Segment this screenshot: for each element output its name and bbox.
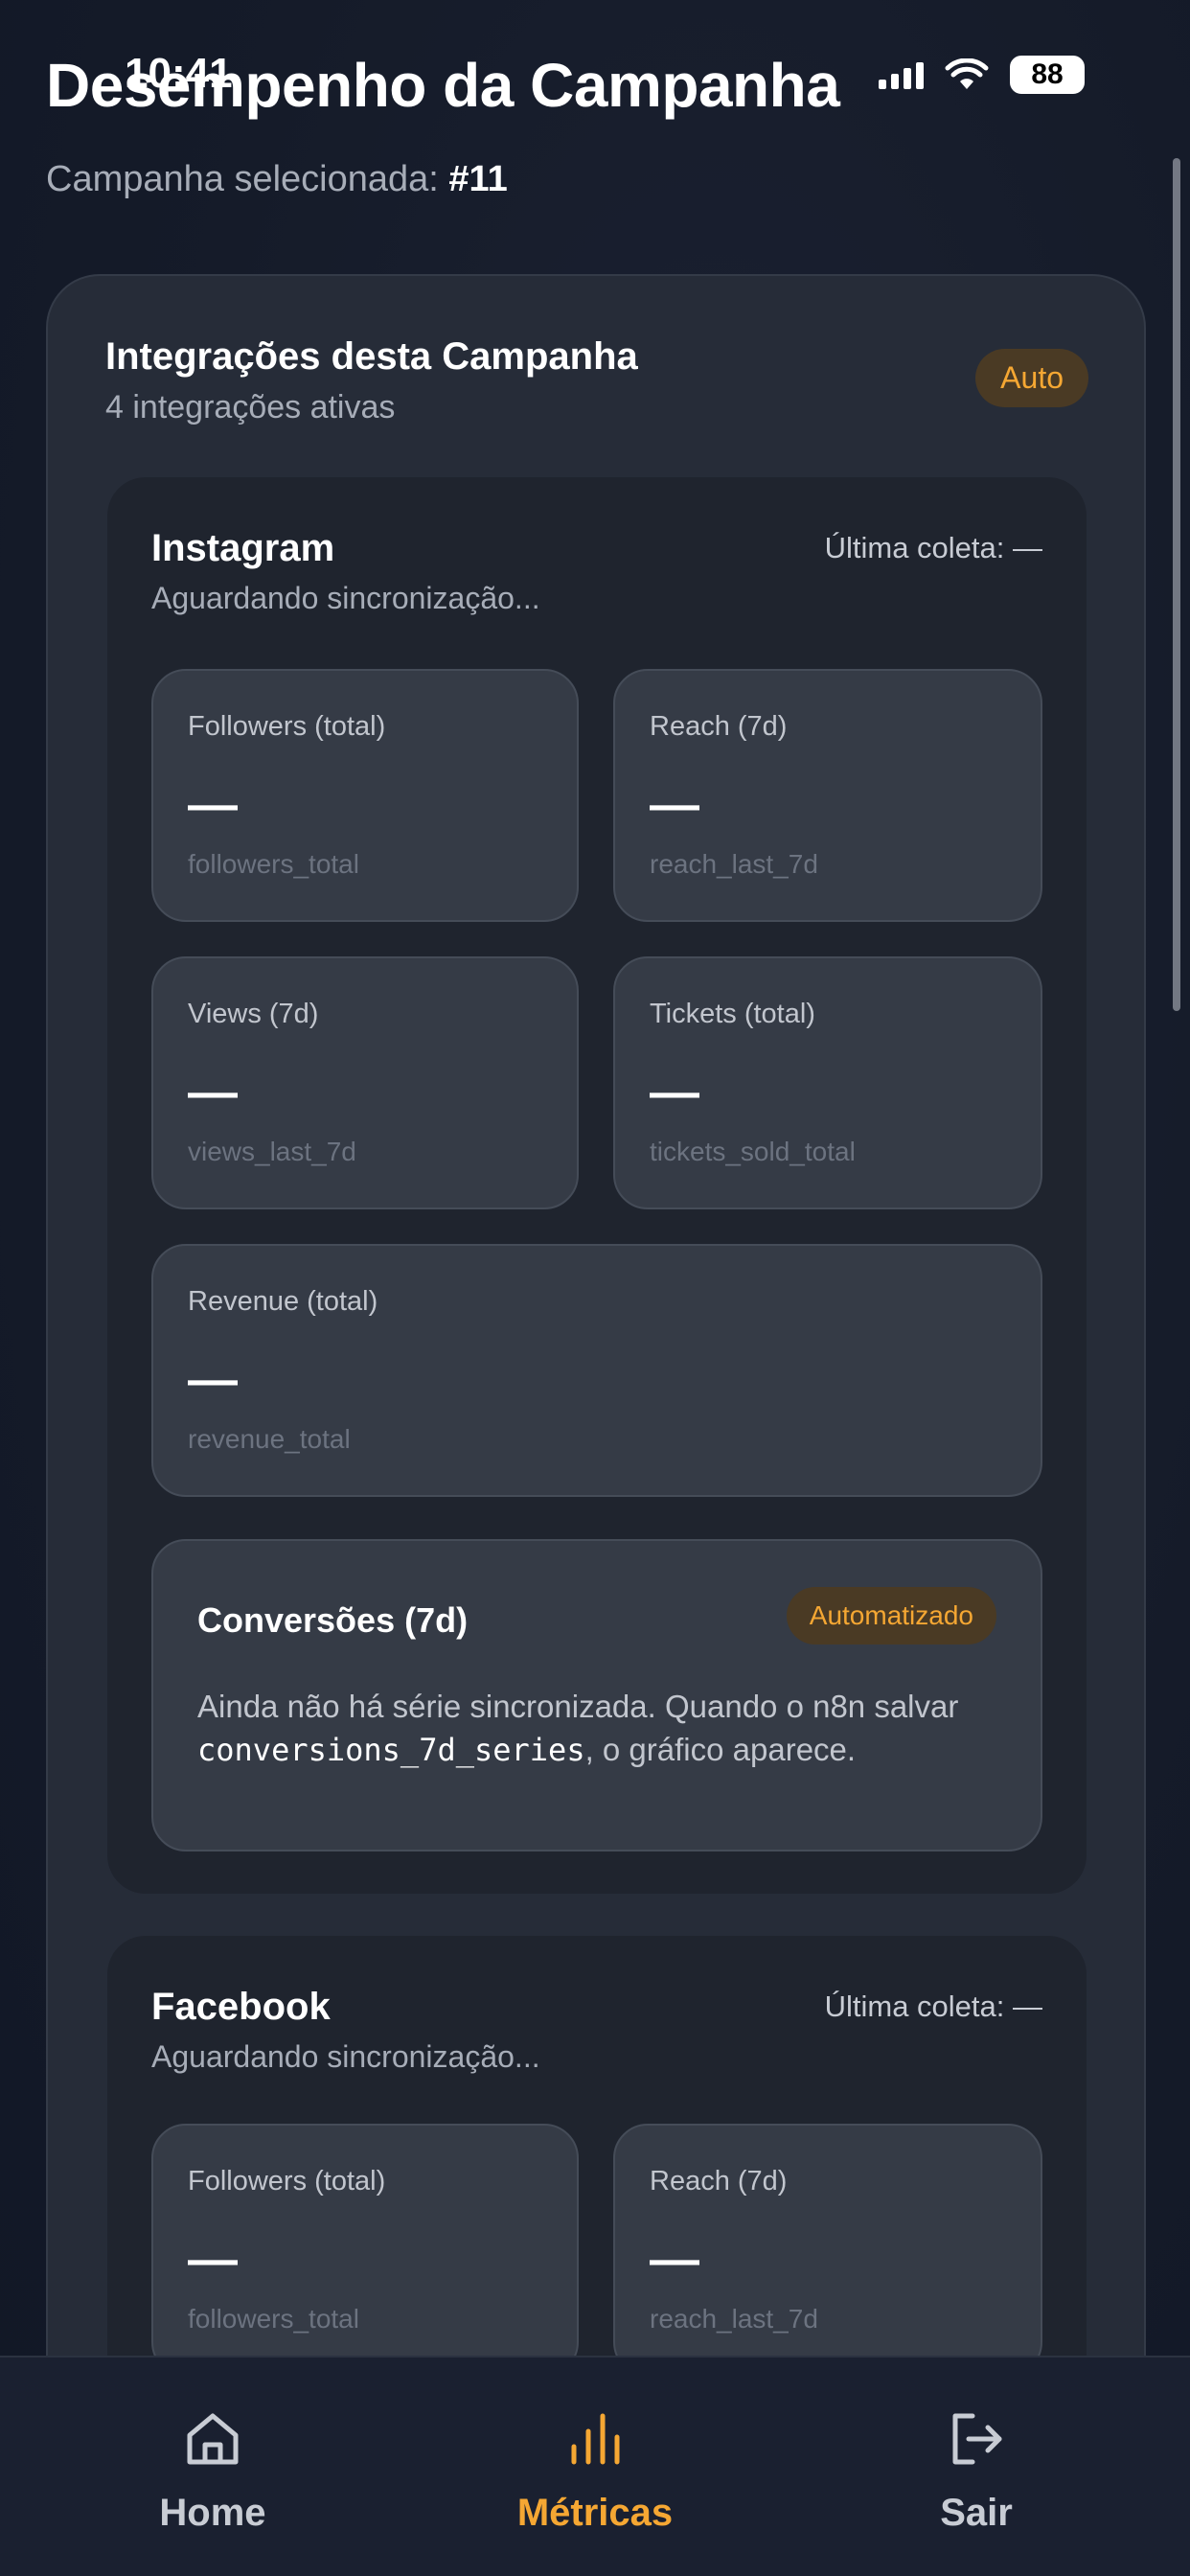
campaign-id: #11 xyxy=(448,159,508,199)
metric-value: — xyxy=(188,1352,238,1408)
screen: Desempenho da Campanha 10:41 88 Campanha… xyxy=(0,0,1190,2576)
metric-key: followers_total xyxy=(188,2304,359,2334)
campaign-subtitle-label: Campanha selecionada: xyxy=(46,159,449,199)
nav-home-label: Home xyxy=(159,2492,266,2534)
metric-card: Reach (7d) — reach_last_7d xyxy=(613,2124,1042,2377)
integration-name: Instagram xyxy=(151,527,335,569)
metric-value: — xyxy=(650,777,699,833)
metric-card: Reach (7d) — reach_last_7d xyxy=(613,669,1042,922)
metric-key: reach_last_7d xyxy=(650,849,818,879)
nav-logout[interactable]: Sair xyxy=(861,2405,1091,2535)
logout-icon xyxy=(861,2405,1091,2472)
integrations-card: Integrações desta Campanha 4 integrações… xyxy=(46,274,1146,2576)
metric-card: Tickets (total) — tickets_sold_total xyxy=(613,956,1042,1209)
nav-metrics-label: Métricas xyxy=(516,2492,674,2534)
metric-label: Tickets (total) xyxy=(650,999,815,1029)
automated-badge: Automatizado xyxy=(786,1587,996,1644)
sync-status: Aguardando sincronização... xyxy=(151,2039,540,2074)
scrollbar[interactable] xyxy=(1173,158,1180,1011)
battery-icon: 88 xyxy=(1010,56,1085,94)
status-icons: 88 xyxy=(879,56,1085,94)
metric-label: Revenue (total) xyxy=(188,1286,378,1317)
last-collect: Última coleta: — xyxy=(824,1990,1042,2023)
conversions-title: Conversões (7d) xyxy=(197,1600,469,1640)
instagram-section: Instagram Última coleta: — Aguardando si… xyxy=(107,477,1087,1894)
metric-key: reach_last_7d xyxy=(650,2304,818,2334)
metric-value: — xyxy=(188,777,238,833)
conversions-card: Conversões (7d) Automatizado Ainda não h… xyxy=(151,1539,1042,1852)
metric-label: Reach (7d) xyxy=(650,2166,788,2196)
status-time: 10:41 xyxy=(125,50,233,97)
metric-key: views_last_7d xyxy=(188,1137,356,1166)
metric-value: — xyxy=(650,1065,699,1120)
metric-key: revenue_total xyxy=(188,1424,351,1454)
message-text: , o gráfico aparece. xyxy=(584,1732,857,1767)
nav-home[interactable]: Home xyxy=(98,2405,328,2535)
metric-value: — xyxy=(188,2232,238,2288)
home-icon xyxy=(98,2405,328,2472)
campaign-subtitle: Campanha selecionada: #11 xyxy=(46,159,508,200)
metric-label: Views (7d) xyxy=(188,999,319,1029)
nav-logout-label: Sair xyxy=(940,2492,1013,2534)
nav-metrics[interactable]: Métricas xyxy=(480,2405,710,2535)
integrations-title: Integrações desta Campanha xyxy=(105,335,638,378)
sync-status: Aguardando sincronização... xyxy=(151,581,540,615)
integrations-count: 4 integrações ativas xyxy=(105,389,396,426)
metric-label: Followers (total) xyxy=(188,2166,386,2196)
metric-card: Revenue (total) — revenue_total xyxy=(151,1244,1042,1497)
metric-label: Followers (total) xyxy=(188,711,386,742)
metric-value: — xyxy=(650,2232,699,2288)
message-text: Ainda não há série sincronizada. Quando … xyxy=(197,1689,959,1724)
bar-chart-icon xyxy=(480,2405,710,2472)
metric-key: tickets_sold_total xyxy=(650,1137,856,1166)
signal-icon xyxy=(879,60,924,89)
integration-name: Facebook xyxy=(151,1986,331,2028)
metric-value: — xyxy=(188,1065,238,1120)
metric-card: Views (7d) — views_last_7d xyxy=(151,956,579,1209)
bottom-nav: Home Métricas Sair xyxy=(0,2356,1190,2576)
metric-label: Reach (7d) xyxy=(650,711,788,742)
wifi-icon xyxy=(945,58,989,89)
metric-card: Followers (total) — followers_total xyxy=(151,669,579,922)
conversions-empty-message: Ainda não há série sincronizada. Quando … xyxy=(197,1685,1002,1772)
metric-key: followers_total xyxy=(188,849,359,879)
auto-badge: Auto xyxy=(975,349,1088,407)
series-key: conversions_7d_series xyxy=(197,1732,585,1768)
metric-card: Followers (total) — followers_total xyxy=(151,2124,579,2377)
last-collect: Última coleta: — xyxy=(824,531,1042,564)
